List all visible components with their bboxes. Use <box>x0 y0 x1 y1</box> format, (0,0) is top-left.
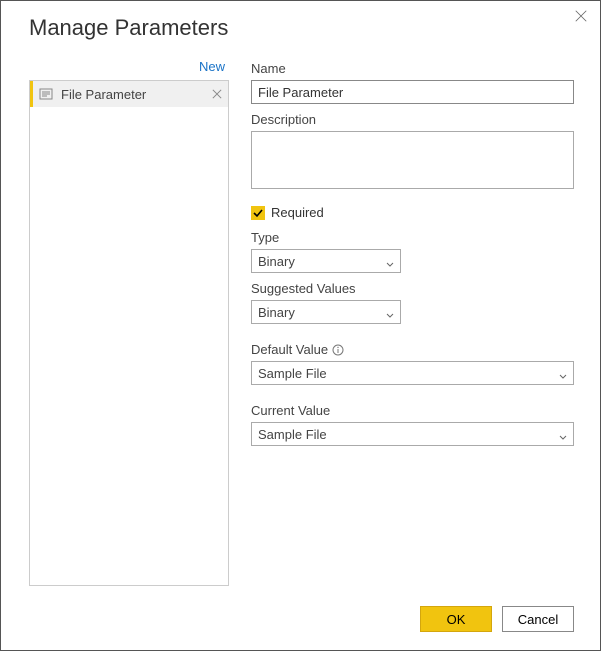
manage-parameters-dialog: Manage Parameters New File Parameter Nam… <box>0 0 601 651</box>
name-field[interactable] <box>251 80 574 104</box>
dialog-title: Manage Parameters <box>1 1 600 41</box>
sidebar: New File Parameter <box>29 57 229 586</box>
description-label: Description <box>251 112 574 127</box>
dialog-footer: OK Cancel <box>1 596 600 650</box>
parameter-icon <box>39 87 53 101</box>
current-value-value: Sample File <box>258 427 327 442</box>
type-select[interactable]: Binary <box>251 249 401 273</box>
name-label: Name <box>251 61 574 76</box>
chevron-down-icon <box>386 308 394 316</box>
info-icon[interactable] <box>332 344 344 356</box>
type-value: Binary <box>258 254 295 269</box>
required-checkbox[interactable] <box>251 206 265 220</box>
default-value-label: Default Value <box>251 342 574 357</box>
dialog-body: New File Parameter Name Description <box>1 41 600 596</box>
current-value-label: Current Value <box>251 403 574 418</box>
parameter-form: Name Description Required Type Binary Su… <box>251 57 574 586</box>
close-icon[interactable] <box>574 9 588 28</box>
description-field[interactable] <box>251 131 574 189</box>
ok-button[interactable]: OK <box>420 606 492 632</box>
required-label: Required <box>271 205 324 220</box>
suggested-values-value: Binary <box>258 305 295 320</box>
required-row: Required <box>251 205 574 220</box>
delete-parameter-icon[interactable] <box>212 86 222 102</box>
new-parameter-link[interactable]: New <box>29 57 229 80</box>
chevron-down-icon <box>386 257 394 265</box>
type-label: Type <box>251 230 574 245</box>
suggested-values-select[interactable]: Binary <box>251 300 401 324</box>
parameter-list-item[interactable]: File Parameter <box>30 81 228 107</box>
chevron-down-icon <box>559 430 567 438</box>
chevron-down-icon <box>559 369 567 377</box>
default-value-select[interactable]: Sample File <box>251 361 574 385</box>
cancel-button[interactable]: Cancel <box>502 606 574 632</box>
suggested-values-label: Suggested Values <box>251 281 574 296</box>
default-value-value: Sample File <box>258 366 327 381</box>
current-value-select[interactable]: Sample File <box>251 422 574 446</box>
parameter-item-label: File Parameter <box>61 87 204 102</box>
parameter-list: File Parameter <box>29 80 229 586</box>
